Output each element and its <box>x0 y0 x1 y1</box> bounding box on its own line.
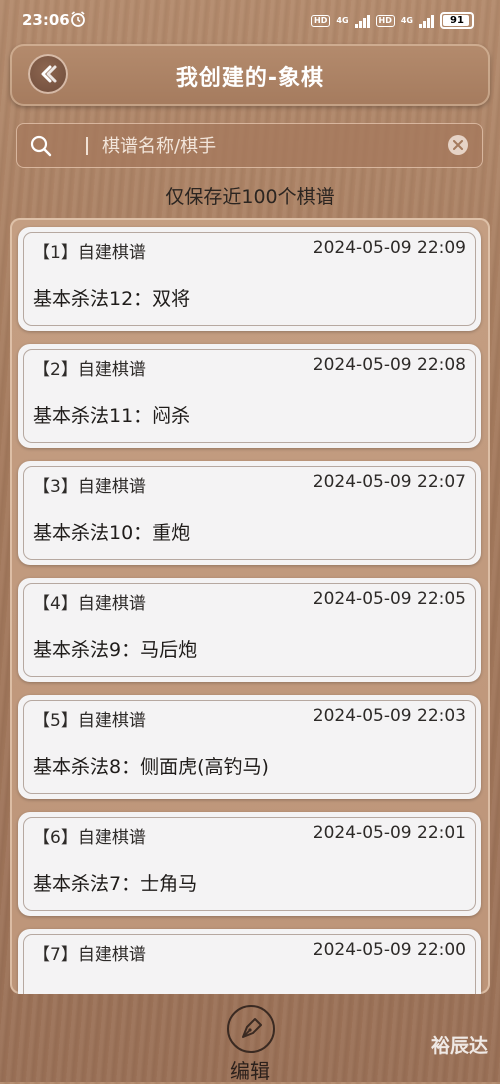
list-item[interactable]: 【6】自建棋谱 2024-05-09 22:01 基本杀法7：士角马 <box>18 812 481 916</box>
bottom-bar: 编辑 <box>0 1000 500 1083</box>
record-time: 2024-05-09 22:03 <box>312 706 466 726</box>
status-time: 23:06 <box>22 11 70 29</box>
record-tag: 【6】自建棋谱 <box>33 828 146 848</box>
list-item[interactable]: 【1】自建棋谱 2024-05-09 22:09 基本杀法12：双将 <box>18 227 481 331</box>
record-time: 2024-05-09 22:01 <box>312 823 466 843</box>
record-tag: 【7】自建棋谱 <box>33 945 146 965</box>
edit-label: 编辑 <box>230 1059 270 1083</box>
search-box[interactable] <box>16 123 483 168</box>
network-type: 4G <box>336 15 349 25</box>
record-name: 基本杀法11：闷杀 <box>33 405 191 427</box>
save-limit-notice: 仅保存近100个棋谱 <box>165 186 335 208</box>
battery-level: 91 <box>450 15 464 26</box>
list-item[interactable]: 【5】自建棋谱 2024-05-09 22:03 基本杀法8：侧面虎(高钓马) <box>18 695 481 799</box>
search-divider <box>86 137 88 155</box>
record-name: 基本杀法8：侧面虎(高钓马) <box>33 756 269 778</box>
title-bar: 我创建的-象棋 <box>10 44 490 106</box>
record-tag: 【4】自建棋谱 <box>33 594 146 614</box>
edit-button[interactable]: 编辑 <box>223 1005 277 1083</box>
record-tag: 【3】自建棋谱 <box>33 477 146 497</box>
alarm-clock-icon <box>71 11 85 27</box>
pen-nib-icon <box>242 1018 262 1038</box>
edit-icon-circle <box>227 1005 275 1053</box>
search-input[interactable] <box>100 131 444 161</box>
record-name: 基本杀法9：马后炮 <box>33 639 198 661</box>
battery-icon: 91 <box>440 12 474 29</box>
list-item[interactable]: 【7】自建棋谱 2024-05-09 22:00 <box>18 929 481 994</box>
list-item[interactable]: 【3】自建棋谱 2024-05-09 22:07 基本杀法10：重炮 <box>18 461 481 565</box>
record-time: 2024-05-09 22:09 <box>312 238 466 258</box>
record-time: 2024-05-09 22:07 <box>312 472 466 492</box>
record-time: 2024-05-09 22:00 <box>312 940 466 960</box>
list-item[interactable]: 【2】自建棋谱 2024-05-09 22:08 基本杀法11：闷杀 <box>18 344 481 448</box>
record-name: 基本杀法7：士角马 <box>33 873 198 895</box>
signal-icon-2 <box>419 14 434 28</box>
record-list[interactable]: 【1】自建棋谱 2024-05-09 22:09 基本杀法12：双将 【2】自建… <box>10 218 490 994</box>
network-type-2: 4G <box>400 15 413 25</box>
record-name: 基本杀法10：重炮 <box>33 522 191 544</box>
record-tag: 【1】自建棋谱 <box>33 243 146 263</box>
record-time: 2024-05-09 22:05 <box>312 589 466 609</box>
status-indicators: HD 4G HD 4G 91 <box>311 12 474 29</box>
status-bar: 23:06 HD 4G HD 4G 91 <box>0 0 500 40</box>
record-tag: 【5】自建棋谱 <box>33 711 146 731</box>
record-time: 2024-05-09 22:08 <box>312 355 466 375</box>
list-item[interactable]: 【4】自建棋谱 2024-05-09 22:05 基本杀法9：马后炮 <box>18 578 481 682</box>
record-name: 基本杀法12：双将 <box>33 288 191 310</box>
page-title: 我创建的-象棋 <box>175 66 325 91</box>
hd-badge-2: HD <box>375 14 395 27</box>
watermark: 裕辰达 <box>430 1035 488 1057</box>
signal-icon <box>354 14 370 28</box>
hd-badge: HD <box>311 14 331 27</box>
search-icon <box>30 135 52 157</box>
clear-icon[interactable] <box>448 135 468 155</box>
record-tag: 【2】自建棋谱 <box>33 360 146 380</box>
